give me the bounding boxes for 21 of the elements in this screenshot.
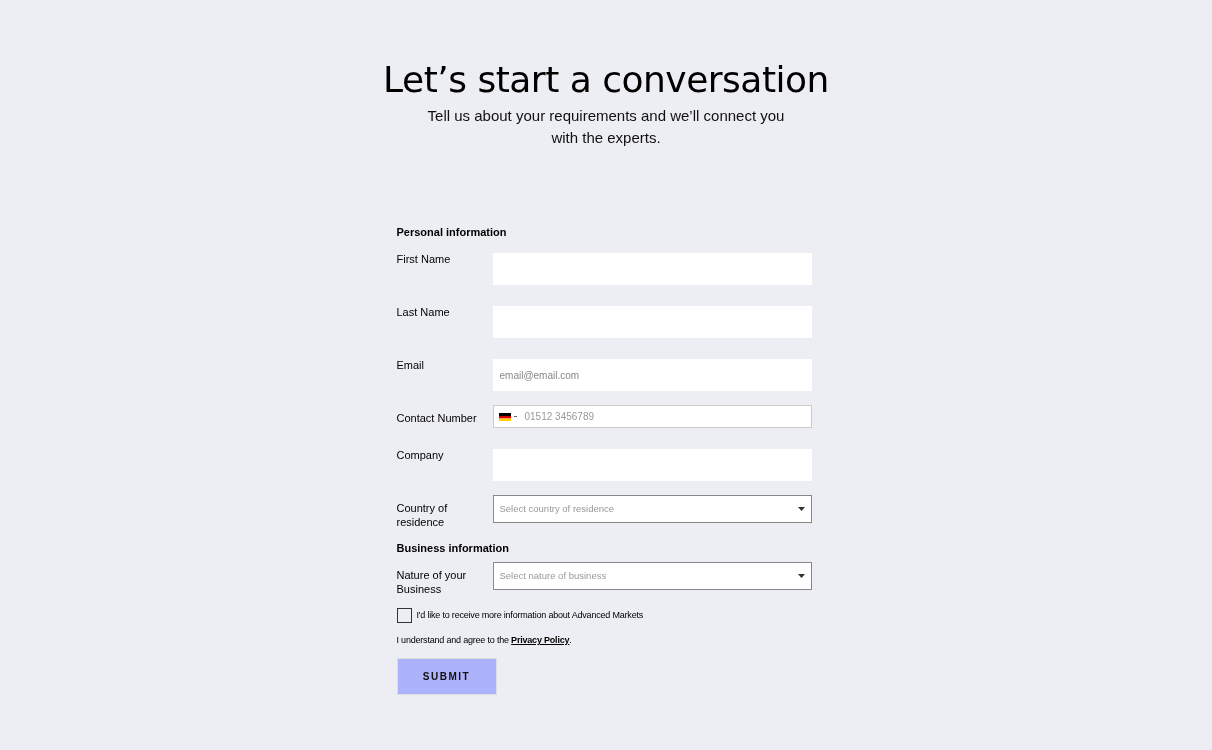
section-heading: Personal information (396, 225, 508, 239)
field-label: First Name (396, 252, 452, 266)
select-field[interactable]: Select nature of business (492, 562, 812, 590)
checkbox[interactable] (396, 608, 412, 623)
section-heading: Business information (396, 541, 510, 555)
agreement-text: I understand and agree to the Privacy Policy. (396, 634, 573, 647)
flag-dropdown[interactable] (498, 412, 517, 421)
checkbox-label: I'd like to receive more information about Advanced Markets (416, 608, 644, 622)
field-label: Contact Number (396, 411, 478, 425)
field-label: Country of residence (396, 501, 449, 529)
field-label: Email (396, 358, 425, 372)
page-heading: Let’s start a conversation (383, 58, 829, 102)
subtitle: Tell us about your requirements and we’ll connect you with the experts. (426, 106, 786, 148)
flag-icon (498, 412, 511, 421)
field-label: Last Name (396, 305, 451, 319)
field-label: Nature of your Business (396, 568, 468, 596)
field-label: Company (396, 448, 445, 462)
select-field[interactable]: Select country of residence (492, 495, 812, 523)
phone-field[interactable]: 01512 3456789 (492, 405, 812, 428)
text-field[interactable]: email@email.com (492, 359, 812, 391)
submit-button[interactable]: SUBMIT (396, 657, 497, 695)
